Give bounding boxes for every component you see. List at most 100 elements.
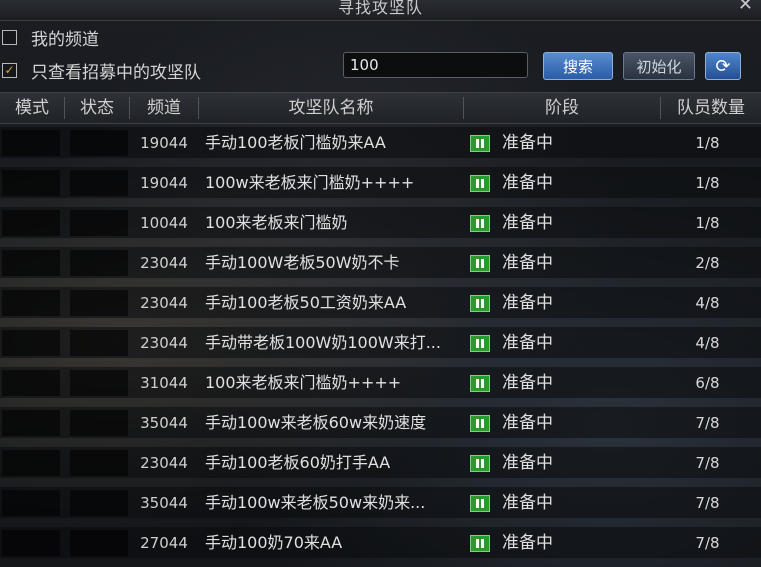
table-row[interactable]: 23044 手动100老板60奶打手AA 准备中 7/8 xyxy=(0,444,761,478)
pause-icon xyxy=(470,495,490,512)
table-row[interactable]: 19044 手动100老板门槛奶来AA 准备中 1/8 xyxy=(0,124,761,158)
pause-icon xyxy=(470,375,490,392)
pause-icon xyxy=(470,255,490,272)
team-name-cell: 100w来老板来门槛奶++++ xyxy=(205,173,415,192)
channel-cell: 10044 xyxy=(140,214,188,232)
member-count-cell: 7/8 xyxy=(695,534,720,552)
recruiting-only-checkbox[interactable]: ✓ xyxy=(2,62,17,78)
column-header-team-name[interactable]: 攻坚队名称 xyxy=(199,93,463,123)
mode-cell xyxy=(2,410,60,436)
channel-cell: 19044 xyxy=(140,174,188,192)
search-button[interactable]: 搜索 xyxy=(543,52,613,80)
channel-cell: 23044 xyxy=(140,334,188,352)
stage-cell: 准备中 xyxy=(502,373,553,393)
close-icon[interactable]: ✕ xyxy=(738,0,753,15)
team-name-cell: 手动100w来老板50w来奶来... xyxy=(205,493,426,512)
mode-cell xyxy=(2,330,60,356)
pause-icon xyxy=(470,455,490,472)
table-row[interactable]: 31044 100来老板来门槛奶++++ 准备中 6/8 xyxy=(0,364,761,398)
mode-cell xyxy=(2,130,60,156)
mode-cell xyxy=(2,290,60,316)
table-row[interactable]: 27044 手动100奶70来AA 准备中 7/8 xyxy=(0,524,761,558)
channel-cell: 19044 xyxy=(140,134,188,152)
table-row[interactable]: 10044 100来老板来门槛奶 准备中 1/8 xyxy=(0,204,761,238)
channel-cell: 23044 xyxy=(140,454,188,472)
pause-icon xyxy=(470,295,490,312)
stage-cell: 准备中 xyxy=(502,453,553,473)
table-row[interactable]: 35044 手动100w来老板50w来奶来... 准备中 7/8 xyxy=(0,484,761,518)
table-row[interactable]: 35044 手动100w来老板60w来奶速度 准备中 7/8 xyxy=(0,404,761,438)
status-cell xyxy=(70,290,128,316)
channel-cell: 23044 xyxy=(140,254,188,272)
status-cell xyxy=(70,530,128,556)
checkmark-icon: ✓ xyxy=(4,63,15,77)
my-channel-option[interactable]: 我的频道 xyxy=(0,25,99,50)
search-input[interactable] xyxy=(343,52,528,78)
column-header-mode[interactable]: 模式 xyxy=(0,93,64,123)
status-cell xyxy=(70,490,128,516)
status-cell xyxy=(70,410,128,436)
stage-cell: 准备中 xyxy=(502,293,553,313)
status-cell xyxy=(70,130,128,156)
status-cell xyxy=(70,170,128,196)
window-title: 寻找攻坚队 xyxy=(337,0,423,17)
mode-cell xyxy=(2,370,60,396)
channel-cell: 31044 xyxy=(140,374,188,392)
refresh-icon: ⟳ xyxy=(715,55,731,77)
pause-icon xyxy=(470,535,490,552)
pause-icon xyxy=(470,175,490,192)
my-channel-checkbox[interactable] xyxy=(2,29,17,45)
team-name-cell: 手动100W老板50W奶不卡 xyxy=(205,253,400,272)
table-row[interactable]: 19044 100w来老板来门槛奶++++ 准备中 1/8 xyxy=(0,164,761,198)
channel-cell: 35044 xyxy=(140,414,188,432)
member-count-cell: 7/8 xyxy=(695,494,720,512)
stage-cell: 准备中 xyxy=(502,173,553,193)
member-count-cell: 2/8 xyxy=(695,254,720,272)
team-name-cell: 手动100老板50工资奶来AA xyxy=(205,293,407,312)
team-name-cell: 手动100老板60奶打手AA xyxy=(205,453,391,472)
team-name-cell: 100来老板来门槛奶++++ xyxy=(205,373,402,392)
reset-button[interactable]: 初始化 xyxy=(623,52,695,80)
status-cell xyxy=(70,250,128,276)
team-name-cell: 手动100w来老板60w来奶速度 xyxy=(205,413,427,432)
channel-cell: 35044 xyxy=(140,494,188,512)
team-name-cell: 手动100奶70来AA xyxy=(205,533,343,552)
stage-cell: 准备中 xyxy=(502,253,553,273)
stage-cell: 准备中 xyxy=(502,333,553,353)
column-header-channel[interactable]: 频道 xyxy=(130,93,198,123)
column-header-stage[interactable]: 阶段 xyxy=(464,93,660,123)
title-bar: 寻找攻坚队 ✕ xyxy=(0,0,761,21)
team-name-cell: 100来老板来门槛奶 xyxy=(205,213,348,232)
team-name-cell: 手动带老板100W奶100W来打... xyxy=(205,333,441,352)
column-header-member-count[interactable]: 队员数量 xyxy=(661,93,761,123)
member-count-cell: 1/8 xyxy=(695,174,720,192)
pause-icon xyxy=(470,215,490,232)
channel-cell: 27044 xyxy=(140,534,188,552)
column-header-status[interactable]: 状态 xyxy=(65,93,129,123)
mode-cell xyxy=(2,250,60,276)
status-cell xyxy=(70,330,128,356)
stage-cell: 准备中 xyxy=(502,213,553,233)
recruiting-only-option[interactable]: ✓ 只查看招募中的攻坚队 xyxy=(0,58,201,83)
table-row[interactable]: 23044 手动带老板100W奶100W来打... 准备中 4/8 xyxy=(0,324,761,358)
recruiting-only-label: 只查看招募中的攻坚队 xyxy=(31,62,201,83)
member-count-cell: 4/8 xyxy=(695,294,720,312)
member-count-cell: 1/8 xyxy=(695,134,720,152)
table-row[interactable]: 23044 手动100W老板50W奶不卡 准备中 2/8 xyxy=(0,244,761,278)
table-header: 模式 状态 频道 攻坚队名称 阶段 队员数量 xyxy=(0,92,761,124)
stage-cell: 准备中 xyxy=(502,493,553,513)
team-name-cell: 手动100老板门槛奶来AA xyxy=(205,133,386,152)
table-row[interactable]: 23044 手动100老板50工资奶来AA 准备中 4/8 xyxy=(0,284,761,318)
member-count-cell: 4/8 xyxy=(695,334,720,352)
mode-cell xyxy=(2,490,60,516)
mode-cell xyxy=(2,170,60,196)
pause-icon xyxy=(470,415,490,432)
refresh-button[interactable]: ⟳ xyxy=(705,52,741,80)
mode-cell xyxy=(2,530,60,556)
stage-cell: 准备中 xyxy=(502,133,553,153)
my-channel-label: 我的频道 xyxy=(31,29,99,50)
stage-cell: 准备中 xyxy=(502,533,553,553)
channel-cell: 23044 xyxy=(140,294,188,312)
stage-cell: 准备中 xyxy=(502,413,553,433)
status-cell xyxy=(70,450,128,476)
